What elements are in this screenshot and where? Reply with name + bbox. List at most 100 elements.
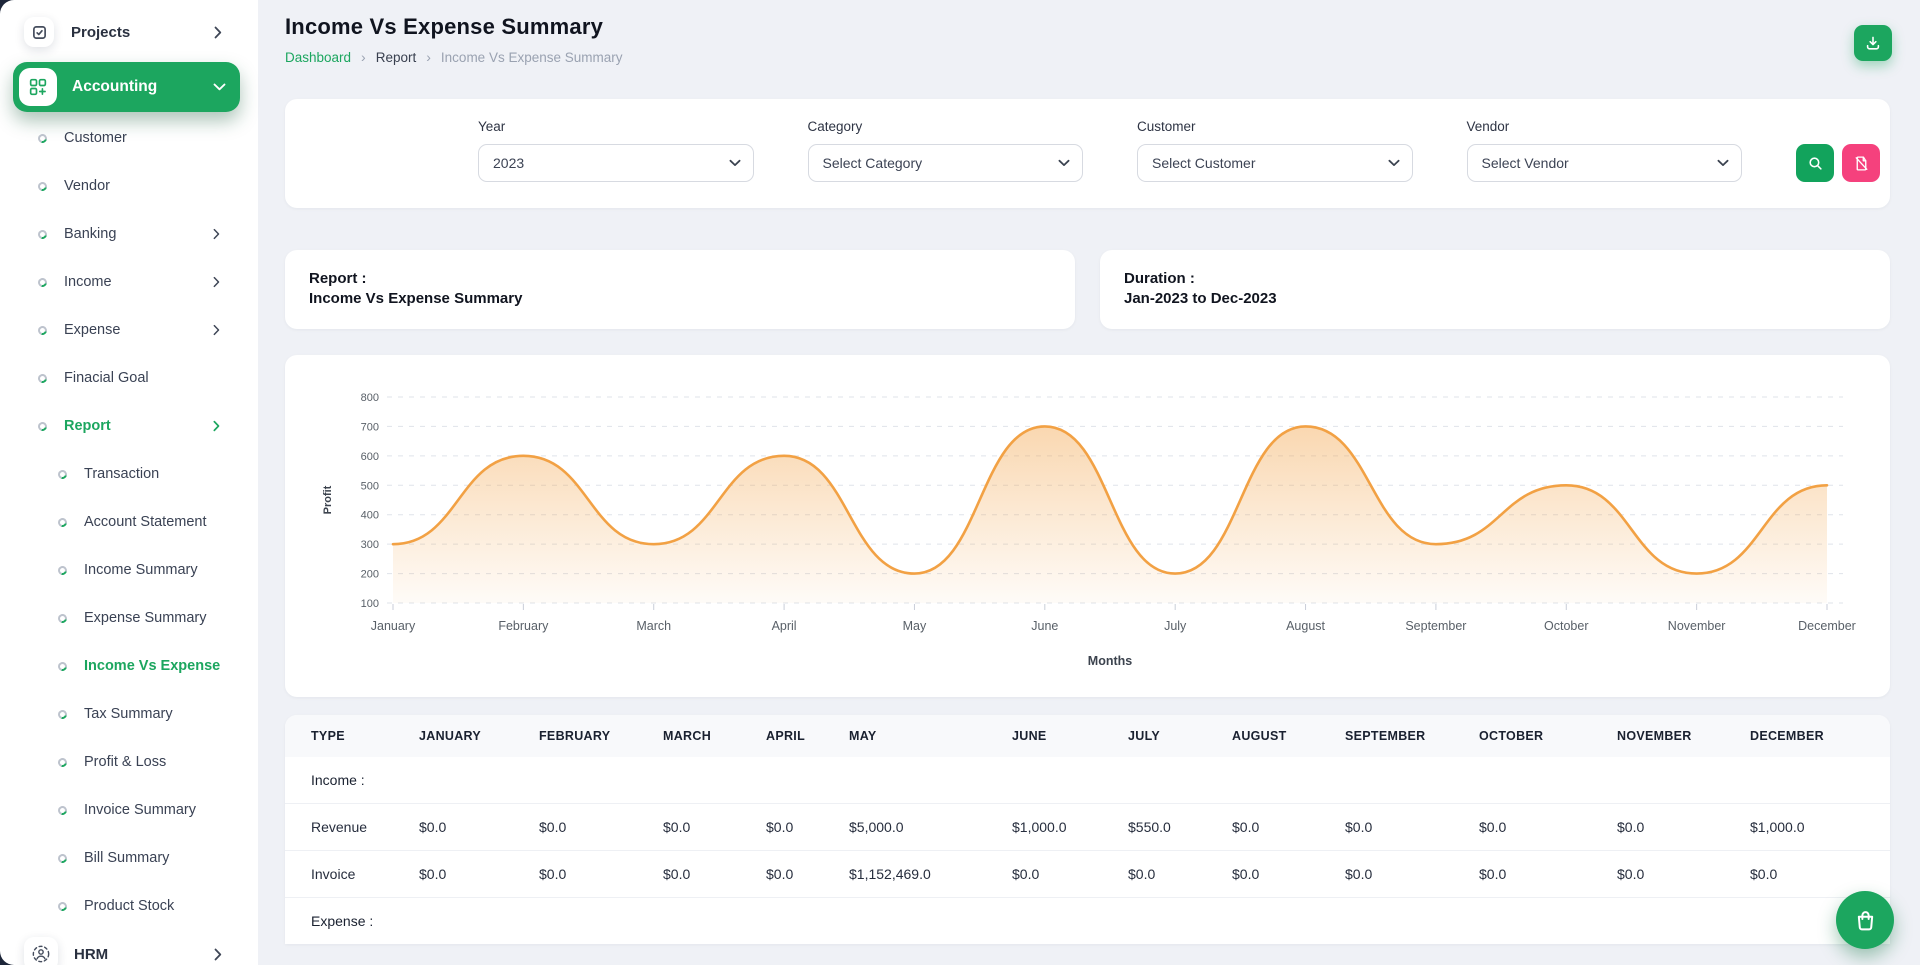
bullet-icon — [56, 708, 68, 720]
sidebar-item-invoice-summary[interactable]: Invoice Summary — [0, 786, 258, 834]
breadcrumb: Dashboard › Report › Income Vs Expense S… — [285, 49, 1890, 65]
cart-float-button[interactable] — [1836, 891, 1894, 949]
sidebar: Projects Accounting Customer Vendor — [0, 0, 258, 965]
cell: $1,000.0 — [1004, 803, 1120, 850]
column-header: APRIL — [758, 715, 841, 757]
chevron-right-icon — [213, 276, 220, 288]
summary-table-card: TYPE JANUARY FEBRUARY MARCH APRIL MAY JU… — [285, 715, 1890, 944]
income-expense-table: TYPE JANUARY FEBRUARY MARCH APRIL MAY JU… — [285, 715, 1890, 944]
cell: $0.0 — [655, 803, 758, 850]
bullet-icon — [56, 612, 68, 624]
bullet-icon — [36, 276, 48, 288]
svg-text:200: 200 — [361, 568, 379, 580]
customer-label: Customer — [1137, 119, 1413, 134]
column-header: JULY — [1120, 715, 1224, 757]
sidebar-menu: Customer Vendor Banking Income Expense — [0, 114, 258, 965]
cell: $0.0 — [1471, 803, 1609, 850]
chevron-right-icon — [214, 26, 222, 39]
sidebar-item-label: Income Vs Expense — [84, 658, 220, 674]
table-section-row: Expense : — [285, 897, 1890, 944]
sidebar-item-accounting[interactable]: Accounting — [13, 62, 240, 112]
table-header-row: TYPE JANUARY FEBRUARY MARCH APRIL MAY JU… — [285, 715, 1890, 757]
svg-text:100: 100 — [361, 598, 379, 610]
sidebar-item-transaction[interactable]: Transaction — [0, 450, 258, 498]
sidebar-item-account-statement[interactable]: Account Statement — [0, 498, 258, 546]
year-select[interactable]: 2023 — [478, 144, 754, 182]
sidebar-item-label: Accounting — [72, 78, 157, 96]
cell: $1,000.0 — [1742, 803, 1890, 850]
cell: $0.0 — [531, 850, 655, 897]
cell: $0.0 — [655, 850, 758, 897]
breadcrumb-dashboard-link[interactable]: Dashboard — [285, 50, 351, 65]
column-header: TYPE — [285, 715, 411, 757]
sidebar-item-income[interactable]: Income — [0, 258, 258, 306]
sidebar-item-report[interactable]: Report — [0, 402, 258, 450]
sidebar-item-tax-summary[interactable]: Tax Summary — [0, 690, 258, 738]
category-select[interactable]: Select Category — [808, 144, 1084, 182]
row-label: Invoice — [285, 850, 411, 897]
svg-text:June: June — [1031, 619, 1058, 633]
row-label: Revenue — [285, 803, 411, 850]
sidebar-item-income-vs-expense[interactable]: Income Vs Expense — [0, 642, 258, 690]
main-content: Income Vs Expense Summary Dashboard › Re… — [258, 0, 1920, 965]
sidebar-item-bill-summary[interactable]: Bill Summary — [0, 834, 258, 882]
report-info-value: Income Vs Expense Summary — [309, 289, 1051, 309]
column-header: DECEMBER — [1742, 715, 1890, 757]
sidebar-item-label: Customer — [64, 130, 127, 146]
svg-text:Profit: Profit — [322, 485, 334, 514]
cell: $0.0 — [411, 850, 531, 897]
table-row: Invoice $0.0 $0.0 $0.0 $0.0 $1,152,469.0… — [285, 850, 1890, 897]
duration-info-value: Jan-2023 to Dec-2023 — [1124, 289, 1866, 309]
checkbox-icon — [24, 17, 54, 47]
bullet-icon — [36, 420, 48, 432]
svg-text:November: November — [1668, 619, 1726, 633]
search-button[interactable] — [1796, 144, 1834, 182]
sidebar-item-product-stock[interactable]: Product Stock — [0, 882, 258, 930]
sidebar-item-expense[interactable]: Expense — [0, 306, 258, 354]
sidebar-item-projects[interactable]: Projects — [0, 10, 258, 54]
section-label: Income : — [285, 757, 1890, 804]
breadcrumb-report-link[interactable]: Report — [376, 50, 417, 65]
column-header: NOVEMBER — [1609, 715, 1742, 757]
customer-select[interactable]: Select Customer — [1137, 144, 1413, 182]
info-cards-row: Report : Income Vs Expense Summary Durat… — [285, 250, 1890, 329]
bullet-icon — [56, 516, 68, 528]
sidebar-item-income-summary[interactable]: Income Summary — [0, 546, 258, 594]
svg-text:February: February — [498, 619, 549, 633]
sidebar-item-label: Income Summary — [84, 562, 198, 578]
svg-text:July: July — [1164, 619, 1187, 633]
cell: $0.0 — [1120, 850, 1224, 897]
sidebar-item-banking[interactable]: Banking — [0, 210, 258, 258]
sidebar-item-financial-goal[interactable]: Finacial Goal — [0, 354, 258, 402]
svg-text:800: 800 — [361, 392, 379, 404]
report-info-card: Report : Income Vs Expense Summary — [285, 250, 1075, 329]
cell: $1,152,469.0 — [841, 850, 1004, 897]
cell: $0.0 — [758, 850, 841, 897]
sidebar-item-vendor[interactable]: Vendor — [0, 162, 258, 210]
sidebar-item-label: Projects — [71, 24, 130, 41]
sidebar-item-profit-loss[interactable]: Profit & Loss — [0, 738, 258, 786]
sidebar-item-expense-summary[interactable]: Expense Summary — [0, 594, 258, 642]
vendor-select[interactable]: Select Vendor — [1467, 144, 1743, 182]
sidebar-item-label: Expense Summary — [84, 610, 207, 626]
sidebar-item-customer[interactable]: Customer — [0, 114, 258, 162]
clear-filter-button[interactable] — [1842, 144, 1880, 182]
cell: $0.0 — [1471, 850, 1609, 897]
column-header: AUGUST — [1224, 715, 1337, 757]
filter-card: Year 2023 Category Select Category — [285, 99, 1890, 208]
report-info-title: Report : — [309, 269, 1051, 289]
column-header: MARCH — [655, 715, 758, 757]
download-button[interactable] — [1854, 25, 1892, 61]
svg-text:January: January — [371, 619, 416, 633]
shopping-bag-icon — [1853, 908, 1878, 933]
sidebar-item-label: Banking — [64, 226, 116, 242]
breadcrumb-separator: › — [426, 49, 431, 65]
sidebar-item-label: Account Statement — [84, 514, 207, 530]
svg-text:400: 400 — [361, 509, 379, 521]
svg-text:October: October — [1544, 619, 1588, 633]
breadcrumb-separator: › — [361, 49, 366, 65]
chart-card: 100200300400500600700800JanuaryFebruaryM… — [285, 355, 1890, 697]
cell: $0.0 — [1609, 850, 1742, 897]
svg-text:April: April — [772, 619, 797, 633]
sidebar-item-hrm[interactable]: HRM — [0, 930, 258, 965]
